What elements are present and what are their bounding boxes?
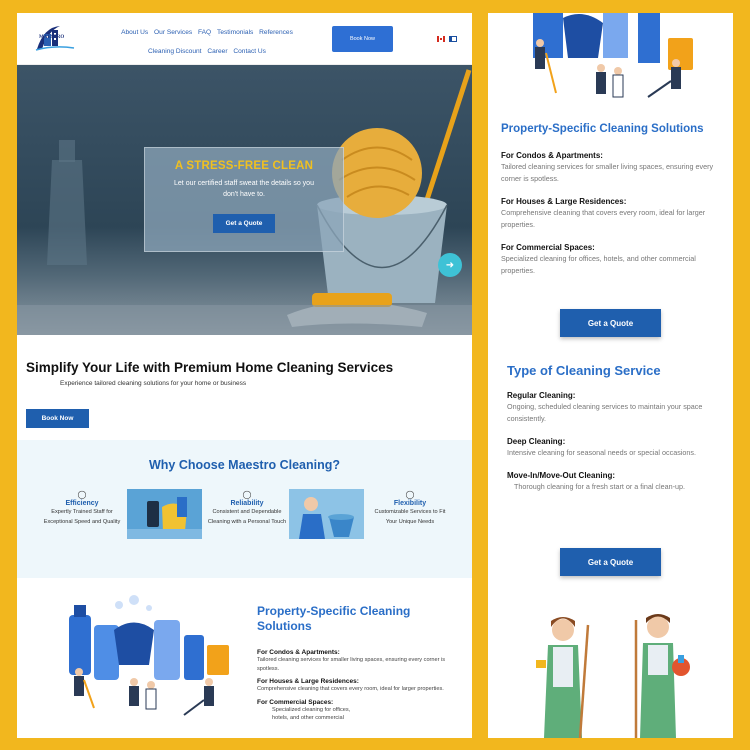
mobile-types-heading: Type of Cleaning Service [507, 363, 661, 378]
nav-our-services[interactable]: Our Services [154, 29, 192, 36]
hero-next-arrow-icon[interactable]: ➜ [438, 253, 462, 277]
hero-banner: A STRESS-FREE CLEAN Let our certified st… [17, 65, 472, 335]
property-list: For Condos & Apartments: Tailored cleani… [257, 644, 447, 723]
service-type-desc: Ongoing, scheduled cleaning services to … [507, 402, 703, 423]
why-item-reliability: ◯ Reliability Consistent and Dependable … [207, 490, 287, 527]
property-item-desc: Tailored cleaning services for smaller l… [257, 657, 446, 672]
cleaners-couple-illustration [536, 614, 690, 738]
why-item-title: Flexibility [393, 500, 427, 507]
language-switcher [437, 36, 457, 42]
efficiency-icon: ◯ [77, 490, 87, 499]
mobile-types-list: Regular Cleaning: Ongoing, scheduled cle… [507, 383, 722, 493]
service-type-desc: Intensive cleaning for seasonal needs or… [507, 448, 696, 457]
logo-text: MAESTRO [39, 35, 65, 40]
top-nav: MAESTRO About Us Our Services FAQ Testim… [17, 13, 472, 65]
desktop-page: MAESTRO About Us Our Services FAQ Testim… [17, 13, 472, 738]
nav-book-now-button[interactable]: Book Now [332, 26, 393, 52]
cleaning-team-illustration [533, 13, 693, 98]
property-item-title: For Commercial Spaces: [501, 243, 595, 252]
why-item-efficiency: ◯ Efficiency Expertly Trained Staff for … [42, 490, 122, 527]
why-heading: Why Choose Maestro Cleaning? [149, 458, 340, 472]
property-item-desc: Specialized cleaning for offices, hotels… [501, 254, 696, 275]
reliability-icon: ◯ [242, 490, 252, 499]
service-type-desc: Thorough cleaning for a fresh start or a… [514, 482, 685, 491]
hero-get-quote-button[interactable]: Get a Quote [212, 214, 276, 233]
why-item-desc: Expertly Trained Staff for Exceptional S… [43, 509, 121, 525]
nav-cleaning-discount[interactable]: Cleaning Discount [148, 48, 202, 55]
intro-book-now-button[interactable]: Book Now [26, 409, 89, 428]
nav-career[interactable]: Career [207, 48, 227, 55]
why-item-desc: Consistent and Dependable Cleaning with … [207, 509, 287, 525]
why-item-desc: Customizable Services to Fit Your Unique… [374, 509, 446, 525]
service-type-title: Regular Cleaning: [507, 391, 576, 400]
cleaning-supplies-image [127, 489, 202, 539]
property-item-title: For Condos & Apartments: [501, 151, 603, 160]
mobile-property-list: For Condos & Apartments: Tailored cleani… [501, 143, 716, 277]
property-item-title: For Condos & Apartments: [257, 649, 340, 656]
nav-about-us[interactable]: About Us [121, 29, 148, 36]
hero-subtitle: Let our certified staff sweat the detail… [174, 180, 314, 198]
property-item-desc: Comprehensive cleaning that covers every… [257, 686, 444, 692]
nav-testimonials[interactable]: Testimonials [217, 29, 253, 36]
canada-flag-icon[interactable] [437, 36, 445, 42]
property-item-desc: Specialized cleaning for offices, hotels… [272, 706, 351, 722]
service-type-title: Deep Cleaning: [507, 437, 566, 446]
cleaning-team-illustration [69, 595, 229, 716]
mobile-page: Property-Specific Cleaning Solutions For… [488, 13, 733, 738]
cleaner-with-bucket-image [289, 489, 364, 539]
intro-subheading: Experience tailored cleaning solutions f… [60, 380, 247, 387]
property-section: Property-Specific Cleaning Solutions For… [17, 578, 472, 738]
property-item-desc: Tailored cleaning services for smaller l… [501, 162, 714, 183]
mobile-types-get-quote-button[interactable]: Get a Quote [560, 548, 661, 576]
property-heading: Property-Specific Cleaning Solutions [257, 604, 411, 633]
property-item-title: For Commercial Spaces: [257, 698, 334, 706]
mobile-property-get-quote-button[interactable]: Get a Quote [560, 309, 661, 337]
why-item-flexibility: ◯ Flexibility Customizable Services to F… [370, 490, 450, 527]
intro-section: Simplify Your Life with Premium Home Cle… [17, 335, 472, 440]
why-item-title: Reliability [230, 500, 264, 507]
property-item-desc: Comprehensive cleaning that covers every… [501, 208, 706, 229]
intro-heading: Simplify Your Life with Premium Home Cle… [26, 360, 394, 375]
why-choose-section: Why Choose Maestro Cleaning? ◯ Efficienc… [17, 440, 472, 578]
mobile-property-heading: Property-Specific Cleaning Solutions [501, 123, 704, 135]
hero-card: A STRESS-FREE CLEAN Let our certified st… [144, 147, 344, 252]
france-flag-icon[interactable] [449, 36, 457, 42]
nav-faq[interactable]: FAQ [198, 29, 211, 36]
property-item-title: For Houses & Large Residences: [257, 678, 359, 685]
service-type-title: Move-In/Move-Out Cleaning: [507, 471, 615, 480]
hero-title: A STRESS-FREE CLEAN [174, 160, 314, 172]
flexibility-icon: ◯ [405, 490, 415, 499]
nav-references[interactable]: References [259, 29, 293, 36]
why-item-title: Efficiency [65, 500, 99, 507]
main-menu: About Us Our Services FAQ Testimonials R… [112, 23, 302, 61]
nav-contact-us[interactable]: Contact Us [233, 48, 266, 55]
property-item-title: For Houses & Large Residences: [501, 197, 627, 206]
